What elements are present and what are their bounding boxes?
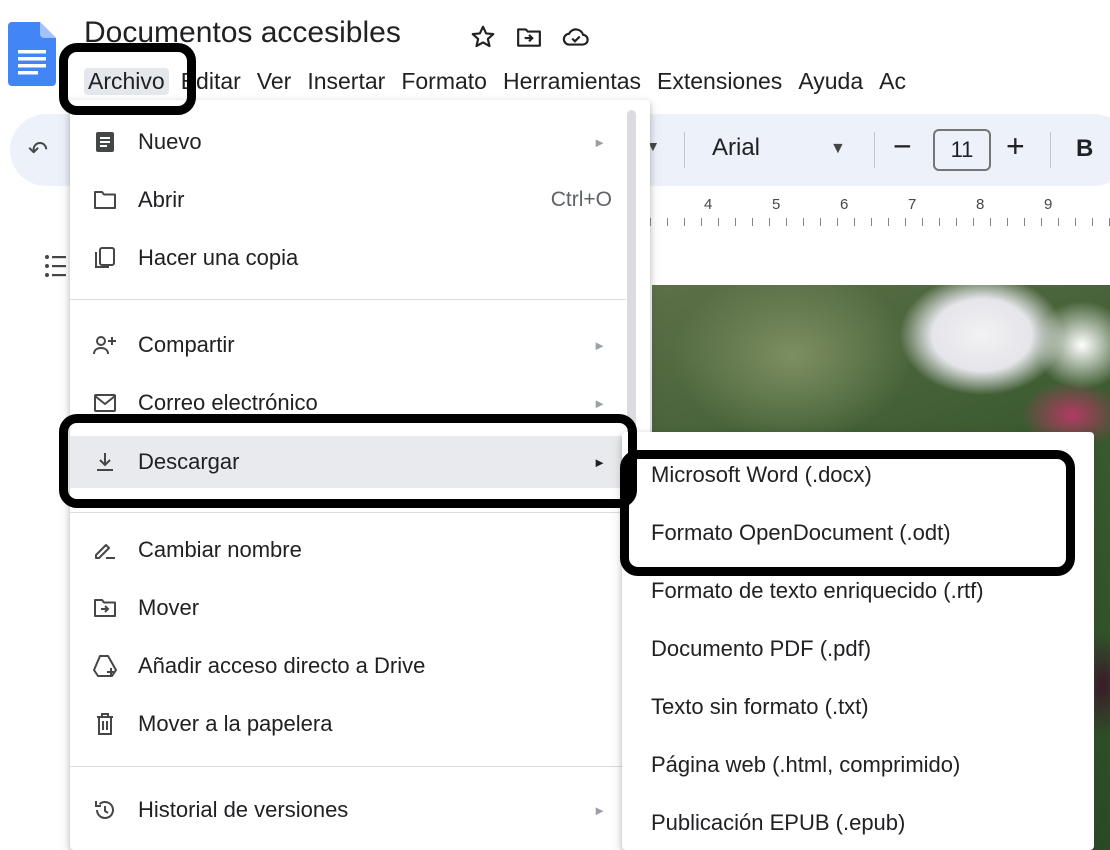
ruler-number: 7 — [908, 196, 917, 213]
decrease-font-size-button[interactable]: − — [893, 128, 912, 165]
menu-item-label: Nuevo — [138, 129, 202, 154]
menu-divider — [70, 512, 626, 513]
cloud-saved-icon[interactable] — [562, 24, 590, 50]
star-icon[interactable] — [470, 24, 496, 50]
share-person-icon — [90, 330, 120, 360]
menu-accesibilidad[interactable]: Ac — [871, 68, 914, 95]
document-outline-icon[interactable] — [44, 252, 68, 287]
bold-button[interactable]: B — [1076, 135, 1093, 163]
menu-item-label: Mover a la papelera — [138, 711, 333, 736]
font-family-chevron-icon[interactable]: ▼ — [830, 140, 846, 158]
menu-archivo[interactable]: Archivo — [84, 67, 169, 95]
new-document-icon — [90, 127, 120, 157]
drive-shortcut-icon — [90, 651, 120, 681]
download-odt[interactable]: Formato OpenDocument (.odt) — [651, 520, 951, 546]
menu-item-label: Añadir acceso directo a Drive — [138, 653, 426, 678]
menu-item-cambiar-nombre[interactable]: Cambiar nombre — [70, 524, 626, 576]
menu-item-mover[interactable]: Mover — [70, 582, 626, 634]
menu-insertar[interactable]: Insertar — [299, 68, 393, 95]
toolbar-divider — [684, 132, 685, 168]
menu-item-papelera[interactable]: Mover a la papelera — [70, 698, 626, 750]
menu-ver[interactable]: Ver — [249, 68, 300, 95]
ruler-number: 5 — [772, 196, 781, 213]
menu-item-label: Descargar — [138, 449, 240, 474]
menu-item-label: Abrir — [138, 187, 185, 212]
google-docs-icon[interactable] — [8, 22, 56, 86]
menu-item-abrir[interactable]: Abrir Ctrl+O — [70, 174, 626, 226]
move-folder-icon — [90, 593, 120, 623]
undo-icon[interactable]: ↶ — [28, 136, 48, 165]
download-rtf[interactable]: Formato de texto enriquecido (.rtf) — [651, 578, 984, 604]
move-to-folder-icon[interactable] — [516, 24, 542, 50]
increase-font-size-button[interactable]: + — [1006, 128, 1025, 165]
download-epub[interactable]: Publicación EPUB (.epub) — [651, 810, 905, 836]
shortcut-text: Ctrl+O — [550, 188, 612, 211]
toolbar-divider — [874, 132, 875, 168]
menu-item-label: Cambiar nombre — [138, 537, 302, 562]
submenu-arrow-icon: ► — [593, 395, 606, 411]
menu-editar[interactable]: Editar — [173, 68, 249, 95]
menu-item-hacer-copia[interactable]: Hacer una copia — [70, 232, 626, 284]
menu-divider — [70, 299, 626, 300]
toolbar-divider — [1050, 132, 1051, 168]
download-docx[interactable]: Microsoft Word (.docx) — [651, 462, 872, 488]
menu-item-nuevo[interactable]: Nuevo ► — [70, 116, 626, 168]
ruler[interactable]: 4 5 6 7 8 9 — [650, 196, 1110, 226]
menu-item-label: Hacer una copia — [138, 245, 299, 270]
menu-bar: Archivo Editar Ver Insertar Formato Herr… — [84, 64, 914, 98]
ruler-number: 9 — [1044, 196, 1053, 213]
submenu-arrow-icon: ► — [593, 802, 606, 818]
menu-formato[interactable]: Formato — [393, 68, 495, 95]
menu-item-label: Correo electrónico — [138, 390, 318, 415]
submenu-arrow-icon: ► — [593, 134, 606, 150]
email-icon — [90, 388, 120, 418]
document-title[interactable]: Documentos accesibles — [84, 16, 401, 50]
download-pdf[interactable]: Documento PDF (.pdf) — [651, 636, 871, 662]
menu-item-compartir[interactable]: Compartir ► — [70, 319, 626, 371]
folder-icon — [90, 185, 120, 215]
copy-icon — [90, 243, 120, 273]
ruler-number: 4 — [704, 196, 713, 213]
trash-icon — [90, 709, 120, 739]
menu-item-descargar[interactable]: Descargar ► — [70, 436, 626, 488]
rename-icon — [90, 535, 120, 565]
menu-item-historial[interactable]: Historial de versiones ► — [70, 784, 626, 836]
download-icon — [90, 447, 120, 477]
history-icon — [90, 795, 120, 825]
ruler-number: 8 — [976, 196, 985, 213]
menu-herramientas[interactable]: Herramientas — [495, 68, 649, 95]
font-family-select[interactable]: Arial — [712, 134, 760, 162]
menu-divider — [70, 766, 626, 767]
submenu-arrow-icon: ► — [593, 337, 606, 353]
menu-item-label: Historial de versiones — [138, 797, 349, 822]
menu-item-acceso-directo[interactable]: Añadir acceso directo a Drive — [70, 640, 626, 692]
menu-item-correo[interactable]: Correo electrónico ► — [70, 377, 626, 429]
menu-scrollbar[interactable] — [627, 110, 636, 445]
menu-ayuda[interactable]: Ayuda — [790, 68, 871, 95]
file-menu: Nuevo ► Abrir Ctrl+O Hacer una copia Com… — [70, 100, 650, 850]
download-submenu: Microsoft Word (.docx) Formato OpenDocum… — [622, 432, 1094, 850]
menu-item-label: Mover — [138, 595, 200, 620]
submenu-arrow-icon: ► — [593, 454, 606, 470]
menu-extensiones[interactable]: Extensiones — [649, 68, 790, 95]
menu-item-label: Compartir — [138, 332, 235, 357]
download-html[interactable]: Página web (.html, comprimido) — [651, 752, 960, 778]
font-size-input[interactable]: 11 — [933, 129, 991, 171]
download-txt[interactable]: Texto sin formato (.txt) — [651, 694, 869, 720]
ruler-number: 6 — [840, 196, 849, 213]
